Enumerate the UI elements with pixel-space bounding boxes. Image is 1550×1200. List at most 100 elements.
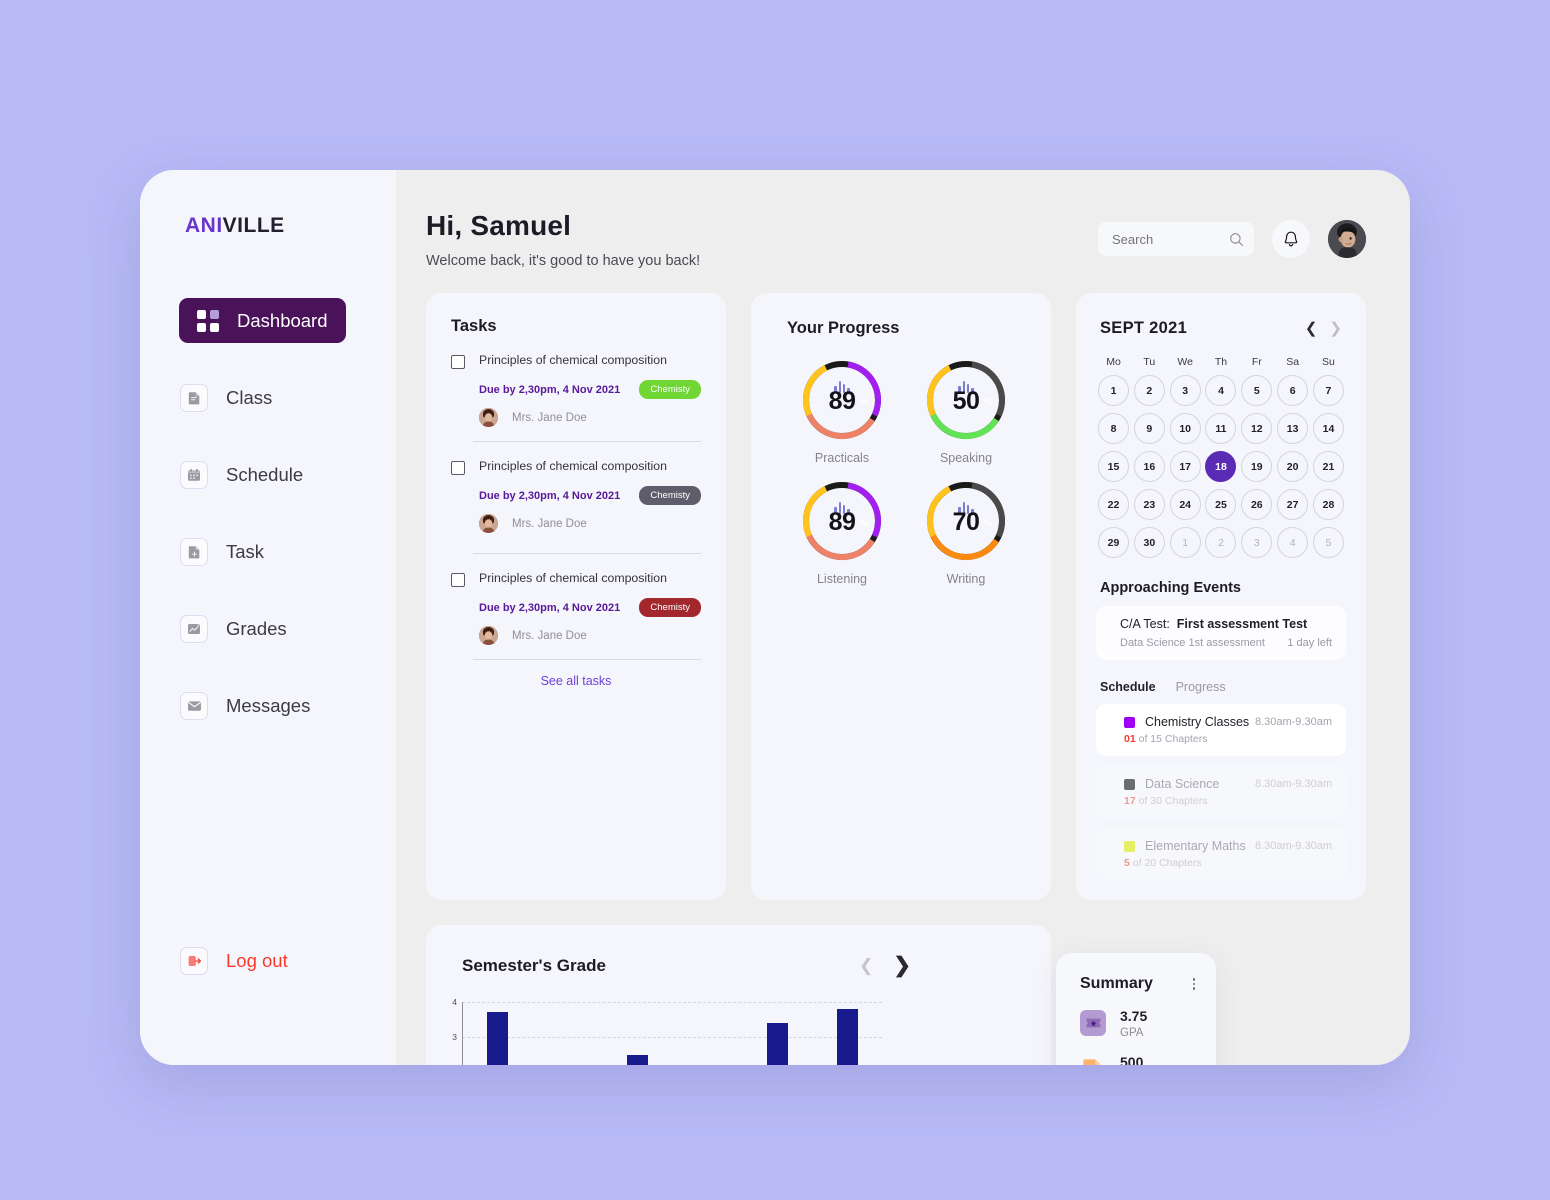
chevron-left-icon[interactable]: ❮ [1305,321,1318,336]
progress-rings: 89 % Practicals 50 % Speaking 89 % Liste… [787,358,1021,600]
sidebar-item-messages[interactable]: Messages [140,684,396,728]
schedule-item[interactable]: Data Science 8.30am-9.30am 17 of 30 Chap… [1096,766,1346,818]
calendar-day[interactable]: 27 [1277,489,1309,520]
bar[interactable] [486,1012,508,1065]
task-due: Due by 2,30pm, 4 Nov 2021 [479,601,621,614]
calendar-title: SEPT 2021 [1100,319,1188,337]
bar[interactable] [626,1055,648,1065]
calendar-day[interactable]: 24 [1169,489,1201,520]
calendar-day[interactable]: 25 [1205,489,1237,520]
calendar-day[interactable]: 5 [1241,375,1273,406]
task-title: Principles of chemical composition [479,571,667,585]
logo-suffix: VILLE [222,214,285,237]
sidebar-item-label: Schedule [226,464,304,485]
progress-unit: % [859,518,868,529]
calendar-day[interactable]: 3 [1241,527,1273,558]
chapters-done: 17 [1124,795,1136,807]
event-subtitle: Data Science 1st assessment [1120,637,1265,649]
kebab-menu-icon[interactable] [1190,975,1199,993]
tab-schedule[interactable]: Schedule [1100,680,1156,694]
search-box[interactable] [1098,222,1254,256]
schedule-item-time: 8.30am-9.30am [1254,840,1332,852]
calendar-week-row: 1 2 3 4 5 6 7 [1096,375,1346,406]
calendar-day[interactable]: 19 [1241,451,1273,482]
chapters-total: of 20 Chapters [1132,857,1202,869]
subject-color-dot [1124,778,1135,790]
calendar-day-selected[interactable]: 18 [1205,451,1237,482]
bell-icon [1284,231,1298,247]
calendar-day[interactable]: 1 [1098,375,1129,406]
logout-icon [180,947,208,975]
envelope-icon [180,692,208,720]
schedule-item[interactable]: Elementary Maths 8.30am-9.30am 5 of 20 C… [1096,828,1346,880]
sidebar-item-schedule[interactable]: Schedule [140,453,396,497]
calendar-day[interactable]: 15 [1098,451,1129,482]
calendar-day[interactable]: 4 [1205,375,1237,406]
task-subject-badge: Chemisty [639,598,701,617]
calendar-day[interactable]: 2 [1133,375,1165,406]
calendar-day[interactable]: 29 [1098,527,1129,558]
tab-progress[interactable]: Progress [1176,680,1226,694]
search-icon [1230,232,1244,246]
calendar-day[interactable]: 16 [1133,451,1165,482]
bar-column [812,1002,882,1065]
calendar-day[interactable]: 20 [1277,451,1309,482]
summary-title: Summary [1080,975,1153,992]
donut-chart: 89 % [800,358,884,442]
bar[interactable] [766,1022,788,1065]
calendar-day[interactable]: 13 [1277,413,1309,444]
notifications-button[interactable] [1272,220,1310,258]
event-card[interactable]: C/A Test: First assessment Test Data Scie… [1096,606,1346,660]
chevron-right-icon[interactable]: ❯ [1329,321,1342,336]
divider [473,441,701,442]
chevron-right-icon[interactable]: ❯ [893,953,911,978]
search-input[interactable] [1112,231,1222,247]
calendar-day[interactable]: 22 [1098,489,1129,520]
task-checkbox[interactable] [451,573,465,587]
dashboard-window: ANIVILLE Dashboard Class Schedule Task G… [140,170,1410,1065]
progress-ring-practicals: 89 % Practicals [787,358,897,465]
calendar-day[interactable]: 9 [1133,413,1165,444]
calendar-day[interactable]: 30 [1133,527,1165,558]
chevron-left-icon[interactable]: ❮ [859,956,873,976]
teacher-name: Mrs. Jane Doe [512,629,587,642]
calendar-day[interactable]: 6 [1277,375,1309,406]
calendar-day[interactable]: 28 [1312,489,1344,520]
bar-column [742,1002,812,1065]
calendar-day[interactable]: 4 [1277,527,1309,558]
calendar-day[interactable]: 3 [1169,375,1201,406]
calendar-day[interactable]: 12 [1241,413,1273,444]
calendar-header: SEPT 2021 ❮ ❯ [1096,319,1346,338]
calendar-day[interactable]: 23 [1133,489,1165,520]
sidebar-item-dashboard[interactable]: Dashboard [179,298,346,343]
logout-button[interactable]: Log out [180,947,288,975]
task-checkbox[interactable] [451,355,465,369]
bar[interactable] [836,1008,858,1065]
calendar-day[interactable]: 5 [1312,527,1344,558]
calendar-day[interactable]: 21 [1312,451,1344,482]
task-subject-badge: Chemisty [639,486,701,505]
sidebar-item-grades[interactable]: Grades [140,607,396,651]
sidebar-item-class[interactable]: Class [140,376,396,420]
calendar-day[interactable]: 11 [1205,413,1237,444]
progress-ring-speaking: 50 % Speaking [911,358,1021,465]
calendar-day[interactable]: 2 [1205,527,1237,558]
schedule-item[interactable]: Chemistry Classes 8.30am-9.30am 01 of 15… [1096,704,1346,756]
see-all-tasks-link[interactable]: See all tasks [451,674,701,688]
task-checkbox[interactable] [451,461,465,475]
progress-label: Practicals [814,451,870,465]
calendar-day[interactable]: 8 [1098,413,1129,444]
weekday-label: Sa [1286,356,1300,368]
calendar-day[interactable]: 10 [1169,413,1201,444]
calendar-day[interactable]: 14 [1312,413,1344,444]
progress-label: Listening [816,572,868,586]
task-document-icon [180,538,208,566]
sidebar-item-task[interactable]: Task [140,530,396,574]
calendar-day[interactable]: 1 [1169,527,1201,558]
user-avatar[interactable] [1328,220,1366,258]
chart-title: Semester's Grade [462,955,606,975]
main-content: Hi, Samuel Welcome back, it's good to ha… [396,170,1410,1065]
calendar-day[interactable]: 7 [1312,375,1344,406]
calendar-day[interactable]: 17 [1169,451,1201,482]
calendar-day[interactable]: 26 [1241,489,1273,520]
